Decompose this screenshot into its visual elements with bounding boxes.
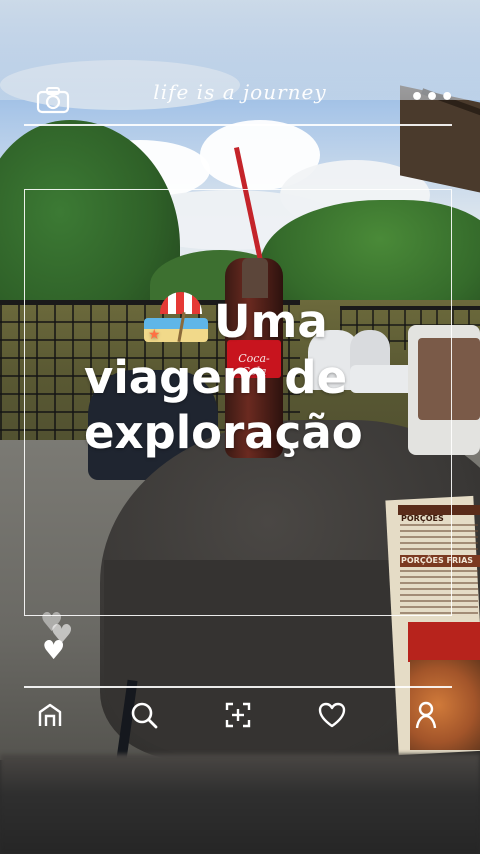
beach-umbrella-icon: ★ bbox=[142, 292, 210, 350]
like-reaction[interactable]: ♥ ♥ ♥ bbox=[40, 610, 84, 666]
add-post-icon bbox=[225, 702, 251, 728]
top-divider bbox=[24, 124, 452, 126]
bottom-navigation bbox=[24, 692, 452, 738]
nav-home[interactable] bbox=[32, 697, 68, 733]
headline-line-2: viagem de bbox=[84, 351, 348, 404]
camera-button[interactable] bbox=[36, 86, 72, 116]
headline-word: Uma bbox=[214, 294, 328, 348]
post-headline: ★ Uma viagem de exploração bbox=[84, 292, 464, 460]
bottom-divider bbox=[24, 686, 452, 688]
more-dots-icon: ••• bbox=[410, 85, 456, 110]
menu-red-block bbox=[408, 622, 480, 662]
tagline: life is a journey bbox=[153, 80, 327, 104]
likes-heart-icon bbox=[318, 702, 346, 728]
profile-icon bbox=[415, 701, 437, 729]
home-icon bbox=[38, 703, 62, 726]
heart-icon: ♥ bbox=[42, 636, 66, 666]
headline-line-3: exploração bbox=[84, 406, 363, 459]
nav-likes[interactable] bbox=[314, 697, 350, 733]
search-icon bbox=[131, 702, 158, 729]
more-options-button[interactable]: ••• bbox=[410, 85, 456, 116]
blurred-bottom bbox=[0, 754, 480, 854]
nav-add-post[interactable] bbox=[220, 697, 256, 733]
camera-icon bbox=[36, 87, 70, 114]
headline-line-1: ★ Uma bbox=[142, 292, 464, 350]
nav-search[interactable] bbox=[126, 697, 162, 733]
nav-profile[interactable] bbox=[408, 697, 444, 733]
